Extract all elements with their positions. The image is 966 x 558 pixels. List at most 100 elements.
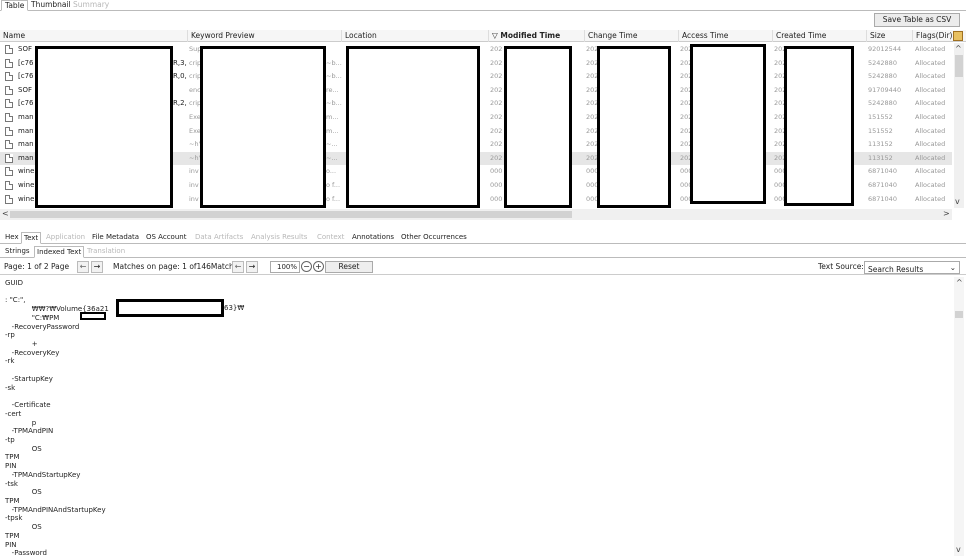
cell-modified-time: 202	[490, 99, 503, 108]
cell-keyword-preview: inv	[189, 194, 199, 203]
indexed-text-toolbar: Page: 1 of 2 Page ← → Matches on page: 1…	[0, 259, 966, 275]
scroll-thumb[interactable]	[10, 211, 572, 218]
cell-location: o f...	[326, 194, 341, 203]
scroll-thumb[interactable]	[955, 55, 963, 77]
indexed-text-content[interactable]: GUID : "C:", ₩₩?₩Volume{36a21 "C:₩PM -Re…	[0, 277, 952, 556]
tab-text[interactable]: Text	[21, 232, 42, 244]
col-flags[interactable]: Flags(Dir)	[912, 30, 954, 42]
result-view-tabs: Table Thumbnail Summary	[0, 0, 966, 11]
cell-size: 5242880	[868, 58, 897, 67]
text-fragment: 63}₩	[224, 304, 245, 312]
cell-size: 6871040	[868, 167, 897, 176]
tab-annotations[interactable]: Annotations	[350, 232, 396, 244]
prev-match-button[interactable]: ←	[232, 261, 244, 273]
cell-name: wine	[18, 181, 35, 189]
cell-size: 92012544	[868, 45, 902, 53]
tab-hex[interactable]: Hex	[3, 232, 21, 244]
file-icon	[5, 140, 13, 150]
cell-name: wine	[18, 167, 35, 176]
scroll-up-icon[interactable]: ^	[956, 278, 963, 287]
cell-location: ~...	[326, 140, 338, 149]
cell-name: SOF	[18, 85, 32, 94]
file-icon	[5, 113, 13, 122]
cell-name: [c76	[18, 99, 34, 108]
file-icon	[5, 194, 13, 204]
cell-name: man	[18, 153, 34, 162]
col-location[interactable]: Location	[341, 30, 488, 42]
tab-other-occurrences[interactable]: Other Occurrences	[399, 232, 469, 244]
cell-modified-time: 202	[490, 58, 503, 67]
cell-keyword-preview: Exe	[189, 113, 201, 121]
tab-translation: Translation	[87, 247, 126, 255]
cell-name: man	[18, 140, 34, 149]
scroll-down-icon[interactable]: v	[956, 545, 961, 554]
tab-analysis-results: Analysis Results	[251, 233, 308, 241]
table-vertical-scrollbar[interactable]: ^ v	[954, 43, 964, 208]
cell-name: man	[18, 126, 34, 135]
file-icon	[5, 72, 13, 82]
cell-keyword-preview: ~h'	[189, 140, 201, 149]
cell-keyword-preview: inv	[189, 167, 199, 176]
col-keyword-preview[interactable]: Keyword Preview	[187, 30, 341, 42]
cell-location: m...	[326, 126, 339, 135]
matches-indicator: Matches on page: 1 of146Match	[113, 262, 234, 271]
zoom-out-icon[interactable]: −	[301, 261, 312, 272]
scroll-right-icon[interactable]: >	[943, 209, 950, 218]
text-source-label: Text Source:	[818, 262, 864, 271]
scroll-left-icon[interactable]: <	[2, 209, 9, 218]
prev-page-button[interactable]: ←	[77, 261, 89, 273]
col-created-time[interactable]: Created Time	[772, 30, 866, 42]
scroll-down-icon[interactable]: v	[955, 197, 960, 206]
cell-flags: Allocated	[915, 45, 946, 53]
reset-zoom-button[interactable]: Reset	[325, 261, 373, 273]
results-table: Name Keyword Preview Location ▽ Modified…	[0, 30, 966, 208]
cell-keyword-preview: Exe	[189, 126, 201, 135]
table-horizontal-scrollbar[interactable]: < >	[0, 209, 952, 220]
tab-indexed-text[interactable]: Indexed Text	[34, 246, 85, 258]
tab-table[interactable]: Table	[1, 0, 29, 11]
cell-size: 6871040	[868, 181, 897, 189]
text-source-select[interactable]: Search Results ⌄	[864, 261, 960, 274]
scroll-thumb[interactable]	[955, 311, 963, 318]
cell-keyword-tail: R,0,	[173, 72, 187, 81]
cell-modified-time: 202	[490, 126, 503, 135]
column-chooser-icon[interactable]	[953, 31, 963, 41]
save-table-csv-button[interactable]: Save Table as CSV	[874, 13, 960, 27]
cell-keyword-preview: inv	[189, 181, 199, 189]
cell-flags: Allocated	[915, 153, 946, 162]
file-icon	[5, 58, 13, 68]
cell-flags: Allocated	[915, 72, 946, 81]
col-name[interactable]: Name	[0, 30, 187, 42]
tab-context: Context	[317, 233, 345, 241]
tab-os-account[interactable]: OS Account	[144, 232, 188, 244]
cell-location: m...	[326, 113, 339, 121]
text-vertical-scrollbar[interactable]: ^ v	[954, 277, 964, 556]
cell-name: man	[18, 113, 34, 121]
col-access-time[interactable]: Access Time	[678, 30, 772, 42]
cell-flags: Allocated	[915, 99, 946, 108]
cell-flags: Allocated	[915, 194, 946, 203]
cell-name: wine	[18, 194, 35, 203]
tab-thumbnail[interactable]: Thumbnail	[28, 0, 74, 11]
file-icon	[5, 153, 13, 163]
redaction-box	[597, 46, 671, 208]
scroll-up-icon[interactable]: ^	[955, 44, 962, 53]
cell-modified-time: 202	[490, 113, 503, 121]
col-size[interactable]: Size	[866, 30, 912, 42]
tab-strings[interactable]: Strings	[3, 246, 32, 258]
file-icon	[5, 167, 13, 177]
col-change-time[interactable]: Change Time	[584, 30, 678, 42]
text-viewer-subtabs: Strings Indexed Text Translation	[0, 246, 966, 258]
zoom-level-field[interactable]: 100%	[270, 261, 300, 273]
cell-location: re...	[326, 85, 339, 94]
cell-location: ~b...	[326, 58, 342, 67]
next-match-button[interactable]: →	[246, 261, 258, 273]
cell-flags: Allocated	[915, 181, 946, 189]
cell-size: 113152	[868, 140, 893, 149]
col-modified-time[interactable]: ▽ Modified Time	[488, 30, 584, 42]
file-icon	[5, 45, 13, 54]
next-page-button[interactable]: →	[91, 261, 103, 273]
zoom-in-icon[interactable]: +	[313, 261, 324, 272]
tab-file-metadata[interactable]: File Metadata	[90, 232, 141, 244]
cell-size: 91709440	[868, 85, 902, 94]
